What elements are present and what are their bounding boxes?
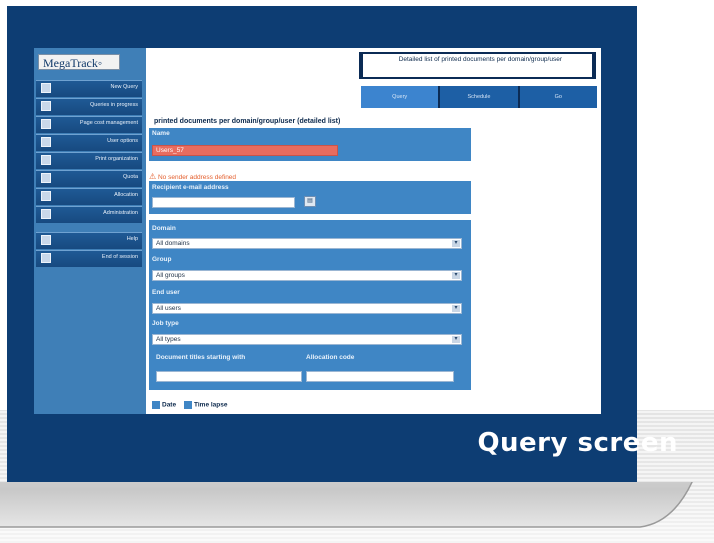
sidebar-item-label: New Query: [110, 84, 138, 90]
sidebar-item-label: Quota: [123, 174, 138, 180]
chevron-down-icon: ▾: [452, 240, 460, 247]
document-icon: [41, 83, 51, 93]
job-type-value: All types: [156, 336, 181, 343]
domain-select[interactable]: All domains ▾: [152, 238, 462, 249]
end-user-label: End user: [152, 289, 180, 296]
address-book-icon: ▤: [307, 198, 313, 204]
warning-text: No sender address defined: [157, 174, 237, 181]
sidebar-item-label: Administration: [103, 210, 138, 216]
list-icon: [41, 101, 51, 111]
date-option[interactable]: Date: [152, 401, 176, 409]
date-checkbox[interactable]: [152, 401, 160, 409]
sidebar: MegaTrack◦ New Query Queries in progress…: [34, 48, 146, 414]
printer-icon: [41, 155, 51, 165]
bottom-swoosh: [0, 482, 693, 528]
date-option-label: Date: [162, 401, 177, 409]
sidebar-item-user-options[interactable]: User options: [36, 134, 142, 151]
report-title-box: Detailed list of printed documents per d…: [359, 52, 596, 79]
name-label: Name: [152, 130, 170, 137]
quota-icon: [41, 173, 51, 183]
chevron-down-icon: ▾: [452, 272, 460, 279]
tab-query[interactable]: Query: [361, 86, 441, 108]
warning-icon: ⚠: [149, 172, 157, 181]
sidebar-item-label: Allocation: [114, 192, 138, 198]
sidebar-item-queries-in-progress[interactable]: Queries in progress: [36, 98, 142, 115]
logo-text: MegaTrack: [43, 56, 98, 70]
sidebar-nav: New Query Queries in progress Page cost …: [36, 80, 142, 224]
warning-message: ⚠ No sender address defined: [149, 172, 236, 181]
allocation-code-input[interactable]: [306, 371, 454, 382]
time-lapse-checkbox[interactable]: [184, 401, 192, 409]
recipient-label: Recipient e-mail address: [152, 184, 229, 191]
address-book-button[interactable]: ▤: [304, 196, 316, 207]
name-input[interactable]: Users_57: [152, 145, 338, 156]
document-titles-label: Document titles starting with: [156, 354, 246, 361]
sidebar-item-page-cost-management[interactable]: Page cost management: [36, 116, 142, 133]
sidebar-item-allocation[interactable]: Allocation: [36, 188, 142, 205]
sidebar-bottom-nav: Help End of session: [36, 232, 142, 268]
caption-title: Query screen: [477, 428, 678, 458]
sidebar-item-label: Queries in progress: [90, 102, 138, 108]
form-title: printed documents per domain/group/user …: [154, 118, 341, 125]
logout-icon: [41, 253, 51, 263]
group-label: Group: [152, 256, 172, 263]
help-icon: [41, 235, 51, 245]
sidebar-item-label: Print organization: [95, 156, 138, 162]
group-select[interactable]: All groups ▾: [152, 270, 462, 281]
time-lapse-option[interactable]: Time lapse: [184, 401, 227, 409]
pen-icon: [41, 119, 51, 129]
domain-label: Domain: [152, 225, 176, 232]
group-value: All groups: [156, 272, 185, 279]
end-user-select[interactable]: All users ▾: [152, 303, 462, 314]
sidebar-item-label: Page cost management: [79, 120, 138, 126]
sidebar-item-label: End of session: [101, 254, 138, 260]
sidebar-item-print-organization[interactable]: Print organization: [36, 152, 142, 169]
job-type-select[interactable]: All types ▾: [152, 334, 462, 345]
allocation-icon: [41, 191, 51, 201]
admin-icon: [41, 209, 51, 219]
sidebar-item-label: Help: [126, 236, 138, 242]
chevron-down-icon: ▾: [452, 305, 460, 312]
sidebar-item-label: User options: [107, 138, 138, 144]
sidebar-item-help[interactable]: Help: [36, 232, 142, 249]
sidebar-item-end-of-session[interactable]: End of session: [36, 250, 142, 267]
app-screenshot: MegaTrack◦ New Query Queries in progress…: [34, 48, 601, 414]
tab-go[interactable]: Go: [519, 86, 597, 108]
report-title: Detailed list of printed documents per d…: [363, 54, 592, 77]
sidebar-item-administration[interactable]: Administration: [36, 206, 142, 223]
allocation-code-label: Allocation code: [306, 354, 355, 361]
tab-bar: Query Schedule Go: [361, 86, 597, 108]
end-user-value: All users: [156, 305, 181, 312]
time-lapse-option-label: Time lapse: [194, 401, 228, 409]
document-titles-input[interactable]: [156, 371, 302, 382]
tab-schedule[interactable]: Schedule: [440, 86, 520, 108]
chevron-down-icon: ▾: [452, 336, 460, 343]
recipient-email-input[interactable]: [152, 197, 295, 208]
sidebar-item-quota[interactable]: Quota: [36, 170, 142, 187]
sidebar-item-new-query[interactable]: New Query: [36, 80, 142, 97]
domain-value: All domains: [156, 240, 190, 247]
job-type-label: Job type: [152, 320, 179, 327]
megatrack-logo: MegaTrack◦: [38, 54, 120, 70]
settings-icon: [41, 137, 51, 147]
